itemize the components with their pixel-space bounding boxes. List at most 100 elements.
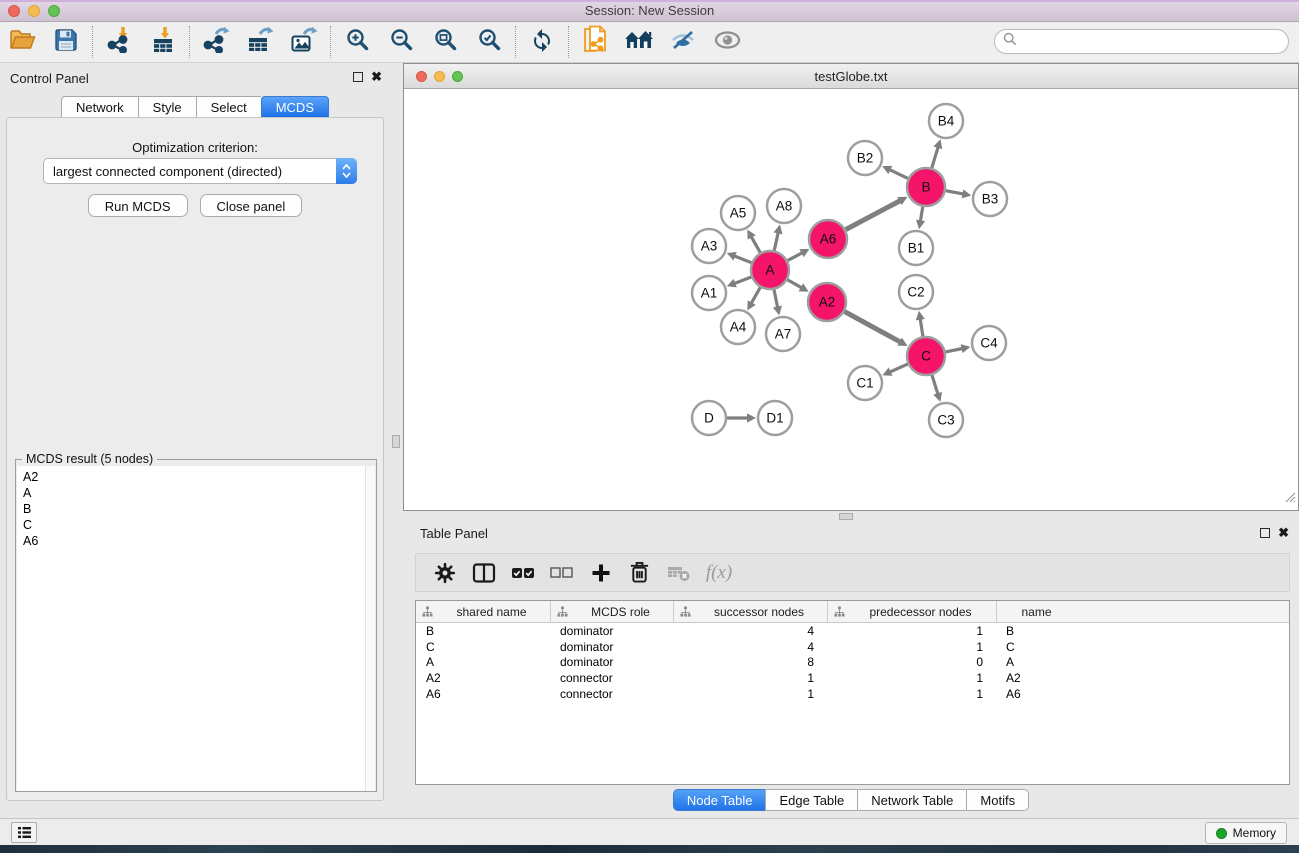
memory-button[interactable]: Memory [1205, 822, 1287, 844]
cell-successor-nodes[interactable]: 4 [673, 624, 827, 638]
delete-entries-button[interactable] [621, 556, 658, 590]
optimization-criterion-dropdown[interactable]: largest connected component (directed) [43, 158, 357, 184]
result-scrollbar[interactable] [365, 466, 375, 791]
export-table-button[interactable] [238, 24, 282, 60]
cell-shared-name[interactable]: B [416, 624, 550, 638]
run-mcds-button[interactable]: Run MCDS [88, 194, 188, 217]
edge-A-A6[interactable] [788, 252, 804, 260]
deselect-all-button[interactable] [543, 556, 580, 590]
close-panel-icon[interactable]: ✖ [371, 70, 382, 84]
close-panel-button[interactable]: Close panel [200, 194, 303, 217]
dropdown-stepper[interactable] [336, 158, 357, 184]
table-row[interactable]: A2connector11A2 [416, 670, 1289, 686]
network-document-button[interactable] [573, 24, 617, 60]
edge-A-A1[interactable] [733, 277, 751, 284]
mcds-result-item[interactable]: A2 [23, 469, 360, 485]
open-session-button[interactable] [0, 24, 44, 60]
zoom-in-button[interactable] [335, 24, 379, 60]
cell-predecessor-nodes[interactable]: 1 [827, 671, 996, 685]
splitter-grip[interactable] [839, 513, 853, 520]
window-titlebar[interactable]: Session: New Session [0, 0, 1299, 22]
resize-grip-icon[interactable] [1283, 490, 1296, 508]
cell-MCDS-role[interactable]: dominator [550, 640, 673, 654]
cell-name[interactable]: A [996, 655, 1076, 669]
tab-style[interactable]: Style [138, 96, 196, 118]
cell-shared-name[interactable]: A2 [416, 671, 550, 685]
network-window[interactable]: testGlobe.txt B4B2BB3A8A5A6B1A3AA1C2A2A4… [403, 63, 1299, 511]
column-header-predecessor-nodes[interactable]: predecessor nodes [827, 601, 996, 622]
column-header-MCDS-role[interactable]: MCDS role [550, 601, 673, 622]
cell-MCDS-role[interactable]: dominator [550, 624, 673, 638]
cell-predecessor-nodes[interactable]: 0 [827, 655, 996, 669]
tab-network-table[interactable]: Network Table [857, 789, 966, 811]
mcds-result-item[interactable]: B [23, 501, 360, 517]
mcds-result-item[interactable]: A [23, 485, 360, 501]
edge-C-C2[interactable] [920, 318, 923, 337]
edge-A6-B[interactable] [846, 200, 902, 230]
edge-B-B4[interactable] [932, 146, 939, 168]
table-row[interactable]: A6connector11A6 [416, 686, 1289, 702]
tab-network[interactable]: Network [61, 96, 138, 118]
zoom-out-button[interactable] [379, 24, 423, 60]
table-row[interactable]: Bdominator41B [416, 623, 1289, 639]
cell-successor-nodes[interactable]: 1 [673, 687, 827, 701]
cell-name[interactable]: B [996, 624, 1076, 638]
cell-MCDS-role[interactable]: dominator [550, 655, 673, 669]
node-table[interactable]: shared nameMCDS rolesuccessor nodesprede… [415, 600, 1290, 785]
splitter-grip[interactable] [392, 435, 400, 448]
edge-A-A5[interactable] [751, 236, 760, 253]
edge-A-A2[interactable] [787, 280, 802, 289]
tab-motifs[interactable]: Motifs [966, 789, 1029, 811]
import-table-button[interactable] [141, 24, 185, 60]
delete-table-button[interactable] [660, 556, 697, 590]
cell-name[interactable]: A2 [996, 671, 1076, 685]
cell-shared-name[interactable]: A [416, 655, 550, 669]
search-input[interactable] [1022, 35, 1280, 49]
cell-predecessor-nodes[interactable]: 1 [827, 624, 996, 638]
select-all-button[interactable] [504, 556, 541, 590]
zoom-selected-button[interactable] [467, 24, 511, 60]
edge-B-B3[interactable] [946, 191, 965, 195]
import-network-button[interactable] [97, 24, 141, 60]
panel-splitter-horizontal[interactable] [403, 511, 1299, 520]
edge-C-C3[interactable] [932, 375, 938, 395]
show-eye-button[interactable] [705, 24, 749, 60]
save-session-button[interactable] [44, 24, 88, 60]
edge-A-A7[interactable] [774, 290, 778, 309]
mcds-result-list[interactable]: A2ABCA6 [17, 466, 366, 791]
edge-C-C1[interactable] [889, 364, 908, 372]
cell-predecessor-nodes[interactable]: 1 [827, 640, 996, 654]
column-header-shared-name[interactable]: shared name [416, 601, 550, 622]
mcds-result-item[interactable]: C [23, 517, 360, 533]
float-panel-icon[interactable] [353, 72, 363, 82]
home-button[interactable] [617, 24, 661, 60]
toggle-columns-button[interactable] [465, 556, 502, 590]
column-header-name[interactable]: name [996, 601, 1076, 622]
column-header-successor-nodes[interactable]: successor nodes [673, 601, 827, 622]
table-row[interactable]: Cdominator41C [416, 639, 1289, 655]
cell-MCDS-role[interactable]: connector [550, 671, 673, 685]
edge-C-C4[interactable] [946, 348, 964, 352]
task-history-button[interactable] [11, 822, 37, 843]
tab-mcds[interactable]: MCDS [261, 96, 329, 118]
close-table-panel-icon[interactable]: ✖ [1278, 526, 1289, 540]
network-graph[interactable]: B4B2BB3A8A5A6B1A3AA1C2A2A4A7C4CC1C3DD1 [405, 89, 1297, 510]
edge-A2-C[interactable] [845, 312, 902, 343]
tab-select[interactable]: Select [196, 96, 261, 118]
cell-successor-nodes[interactable]: 1 [673, 671, 827, 685]
cell-successor-nodes[interactable]: 4 [673, 640, 827, 654]
panel-splitter-vertical[interactable] [390, 63, 403, 818]
cell-shared-name[interactable]: C [416, 640, 550, 654]
cell-name[interactable]: C [996, 640, 1076, 654]
network-canvas[interactable]: B4B2BB3A8A5A6B1A3AA1C2A2A4A7C4CC1C3DD1 [405, 89, 1297, 510]
zoom-fit-button[interactable] [423, 24, 467, 60]
edge-A-A4[interactable] [751, 287, 760, 304]
hide-glyphs-button[interactable] [661, 24, 705, 60]
refresh-view-button[interactable] [520, 24, 564, 60]
float-table-panel-icon[interactable] [1260, 528, 1270, 538]
table-settings-button[interactable] [426, 556, 463, 590]
network-window-titlebar[interactable]: testGlobe.txt [404, 64, 1298, 89]
tab-edge-table[interactable]: Edge Table [765, 789, 857, 811]
edge-A-A8[interactable] [774, 231, 778, 250]
edge-B-B2[interactable] [888, 169, 907, 178]
